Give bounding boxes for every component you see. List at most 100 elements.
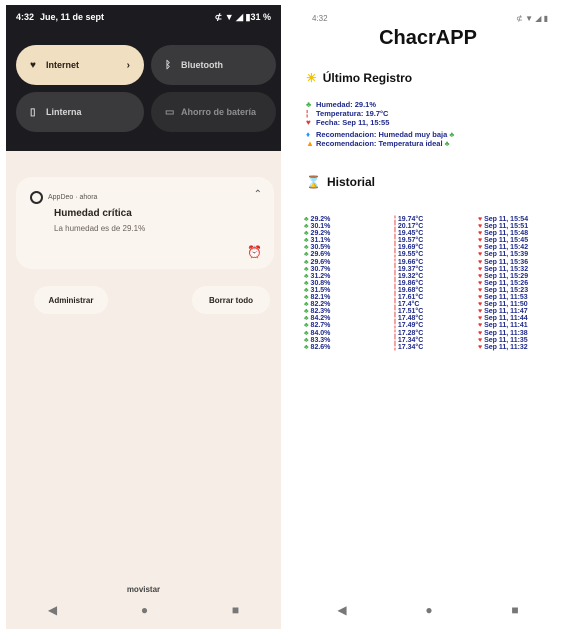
history-temperature: ¦ 19.68°C bbox=[394, 287, 478, 294]
hourglass-icon: ⌛ bbox=[306, 175, 321, 189]
recommendation-1-text: Recomendacion: Humedad muy baja bbox=[316, 130, 448, 139]
history-temperature: ¦ 17.34°C bbox=[394, 344, 478, 351]
status-date: Jue, 11 de sept bbox=[40, 12, 105, 22]
history-humidity-value: 83.3% bbox=[310, 336, 331, 344]
history-humidity-value: 84.0% bbox=[310, 329, 331, 337]
history-humidity: ♣ 31.2% bbox=[304, 273, 394, 280]
notification-shade-screen: 4:32 Jue, 11 de sept ⊄ ▼ ◢ ▮31 % ♥ Inter… bbox=[6, 5, 281, 629]
history-row: ♣ 29.6% ¦ 19.55°C ♥ Sep 11, 15:39 bbox=[304, 251, 554, 258]
notification-card[interactable]: AppDeo · ahora ⌃ Humedad crítica La hume… bbox=[16, 177, 274, 269]
tile-bluetooth[interactable]: ᛒ Bluetooth bbox=[151, 45, 276, 85]
history-humidity: ♣ 30.5% bbox=[304, 244, 394, 251]
back-icon[interactable]: ◀ bbox=[48, 603, 57, 617]
history-row: ♣ 31.5% ¦ 19.68°C ♥ Sep 11, 15:23 bbox=[304, 287, 554, 294]
history-row: ♣ 30.7% ¦ 19.37°C ♥ Sep 11, 15:32 bbox=[304, 266, 554, 273]
history-humidity: ♣ 29.2% bbox=[304, 230, 394, 237]
last-record-heading: ☀ Último Registro bbox=[306, 71, 412, 85]
last-date-text: Fecha: Sep 11, 15:55 bbox=[316, 118, 390, 127]
history-date-value: Sep 11, 15:48 bbox=[484, 230, 529, 238]
tile-internet[interactable]: ♥ Internet › bbox=[16, 45, 144, 85]
history-row: ♣ 31.2% ¦ 19.32°C ♥ Sep 11, 15:29 bbox=[304, 273, 554, 280]
app-icon bbox=[30, 191, 43, 204]
tile-battery-saver-label: Ahorro de batería bbox=[181, 107, 257, 117]
manage-button[interactable]: Administrar bbox=[34, 286, 108, 314]
history-date: ♥ Sep 11, 11:50 bbox=[478, 301, 554, 308]
back-icon[interactable]: ◀ bbox=[337, 603, 346, 617]
history-heading-text: Historial bbox=[326, 175, 375, 189]
history-date-value: Sep 11, 15:54 bbox=[484, 216, 529, 223]
history-date: ♥ Sep 11, 15:42 bbox=[478, 244, 554, 251]
history-humidity-value: 30.8% bbox=[310, 279, 331, 287]
history-date: ♥ Sep 11, 11:47 bbox=[478, 308, 554, 315]
history-date: ♥ Sep 11, 15:45 bbox=[478, 237, 554, 244]
status-time-right: 4:32 bbox=[312, 14, 328, 23]
history-humidity-value: 30.7% bbox=[310, 265, 331, 273]
history-date-value: Sep 11, 11:47 bbox=[484, 308, 528, 316]
history-temperature-value: 17.28°C bbox=[397, 329, 424, 337]
clear-all-button[interactable]: Borrar todo bbox=[192, 286, 270, 314]
status-time: 4:32 bbox=[16, 12, 35, 22]
history-row: ♣ 82.6% ¦ 17.34°C ♥ Sep 11, 11:32 bbox=[304, 344, 554, 351]
history-humidity-value: 82.2% bbox=[310, 301, 331, 309]
history-date-value: Sep 11, 15:51 bbox=[484, 223, 529, 231]
history-date: ♥ Sep 11, 15:51 bbox=[478, 223, 554, 230]
history-humidity: ♣ 30.1% bbox=[304, 223, 394, 230]
notification-body: La humedad es de 29.1% bbox=[54, 224, 146, 233]
history-date: ♥ Sep 11, 11:32 bbox=[478, 344, 554, 351]
history-date-value: Sep 11, 15:36 bbox=[484, 258, 529, 266]
flashlight-icon: ▯ bbox=[30, 106, 36, 118]
plant-pot-icon: ♣ bbox=[449, 130, 455, 139]
history-date: ♥ Sep 11, 11:53 bbox=[478, 294, 554, 301]
history-row: ♣ 30.8% ¦ 19.86°C ♥ Sep 11, 15:26 bbox=[304, 280, 554, 287]
history-humidity: ♣ 82.6% bbox=[304, 344, 394, 351]
history-row: ♣ 82.7% ¦ 17.49°C ♥ Sep 11, 11:41 bbox=[304, 322, 554, 329]
history-temperature: ¦ 17.49°C bbox=[394, 322, 478, 329]
recents-icon[interactable]: ■ bbox=[232, 603, 239, 617]
history-date-value: Sep 11, 11:44 bbox=[484, 315, 528, 323]
tile-battery-saver[interactable]: ▭ Ahorro de batería bbox=[151, 92, 276, 132]
tile-flashlight-label: Linterna bbox=[46, 107, 82, 117]
history-temperature-value: 19.68°C bbox=[397, 286, 424, 294]
history-date: ♥ Sep 11, 11:38 bbox=[478, 330, 554, 337]
history-humidity-value: 31.5% bbox=[310, 286, 331, 294]
history-date: ♥ Sep 11, 15:54 bbox=[478, 216, 554, 223]
history-row: ♣ 82.2% ¦ 17.4°C ♥ Sep 11, 11:50 bbox=[304, 301, 554, 308]
last-humidity-text: Humedad: 29.1% bbox=[316, 100, 377, 109]
history-date-value: Sep 11, 15:39 bbox=[484, 251, 529, 259]
history-date-value: Sep 11, 11:53 bbox=[484, 294, 528, 302]
chevron-up-icon[interactable]: ⌃ bbox=[254, 189, 262, 200]
history-temperature: ¦ 19.55°C bbox=[394, 251, 478, 258]
home-icon[interactable]: ● bbox=[425, 603, 432, 617]
history-humidity-value: 82.6% bbox=[310, 343, 331, 351]
history-date: ♥ Sep 11, 15:26 bbox=[478, 280, 554, 287]
recommendation-1: ♦ Recomendacion: Humedad muy baja ♣ bbox=[306, 130, 454, 139]
app-title: ChacrAPP bbox=[379, 27, 477, 49]
quick-settings-panel: 4:32 Jue, 11 de sept ⊄ ▼ ◢ ▮31 % ♥ Inter… bbox=[6, 5, 281, 151]
notification-header: AppDeo · ahora bbox=[30, 191, 97, 204]
history-humidity: ♣ 82.1% bbox=[304, 294, 394, 301]
history-humidity: ♣ 83.3% bbox=[304, 337, 394, 344]
history-humidity: ♣ 82.2% bbox=[304, 301, 394, 308]
plant-icon: ♣ bbox=[306, 100, 312, 109]
thermometer-icon: ¦ bbox=[306, 109, 309, 118]
home-icon[interactable]: ● bbox=[141, 603, 148, 617]
nav-bar-right: ◀ ● ■ bbox=[298, 591, 558, 629]
snooze-icon[interactable]: ⏰ bbox=[247, 245, 262, 259]
history-humidity: ♣ 82.7% bbox=[304, 322, 394, 329]
screenshot-stage: 4:32 Jue, 11 de sept ⊄ ▼ ◢ ▮31 % ♥ Inter… bbox=[0, 0, 563, 633]
history-temperature-value: 19.32°C bbox=[397, 272, 424, 280]
tile-internet-label: Internet bbox=[46, 60, 80, 70]
history-temperature-value: 17.34°C bbox=[397, 343, 424, 351]
history-temperature-value: 17.61°C bbox=[397, 294, 424, 302]
last-temperature-text: Temperatura: 19.7°C bbox=[316, 109, 389, 118]
last-record-heading-text: Último Registro bbox=[322, 71, 413, 85]
recommendation-2: ▲ Recomendacion: Temperatura ideal ♣ bbox=[306, 139, 450, 148]
history-date: ♥ Sep 11, 15:32 bbox=[478, 266, 554, 273]
history-temperature-value: 19.55°C bbox=[397, 251, 424, 259]
history-humidity-value: 31.1% bbox=[310, 237, 331, 245]
history-humidity-value: 30.5% bbox=[310, 244, 331, 252]
history-temperature-value: 17.34°C bbox=[397, 336, 424, 344]
tile-flashlight[interactable]: ▯ Linterna bbox=[16, 92, 144, 132]
recents-icon[interactable]: ■ bbox=[511, 603, 518, 617]
notification-title: Humedad crítica bbox=[54, 208, 132, 219]
